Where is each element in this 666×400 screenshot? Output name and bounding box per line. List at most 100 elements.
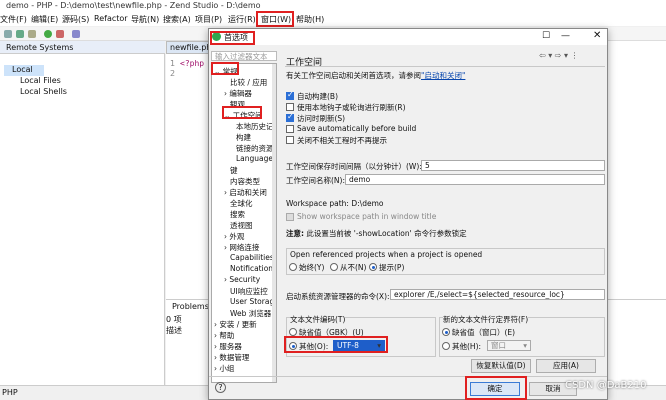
highlight-encoding-other: [284, 336, 388, 353]
problems-tab[interactable]: Problems: [172, 302, 209, 311]
open-ref-prompt-radio[interactable]: [369, 263, 377, 271]
save-interval-input[interactable]: 5: [421, 160, 605, 171]
tree-item-local[interactable]: Local: [4, 65, 44, 76]
save-before-build-checkbox[interactable]: [286, 125, 294, 133]
autobuild-checkbox[interactable]: [286, 90, 294, 100]
line-delimiter-default-radio[interactable]: [442, 328, 450, 336]
print-icon[interactable]: [28, 30, 36, 38]
code-line: <?php: [180, 59, 205, 68]
nav-user-storage[interactable]: User Storage: [230, 297, 276, 306]
new-icon[interactable]: [4, 30, 12, 38]
nav-appearance2[interactable]: › 外观: [224, 231, 244, 242]
apply-button[interactable]: 应用(A): [536, 359, 596, 373]
problems-count: 0 项: [166, 315, 182, 324]
open-ref-never-radio[interactable]: [330, 263, 338, 271]
problems-col-desc: 描述: [166, 326, 182, 335]
preferences-dialog: 首选项 — ☐ ✕ 输入过滤器文本 ⌄ 常规 比较 / 应用 › 编辑器 観观 …: [208, 28, 608, 400]
save-icon[interactable]: [16, 30, 24, 38]
nav-compare[interactable]: 比较 / 应用: [230, 77, 267, 88]
menu-file[interactable]: 文件(F): [0, 14, 27, 25]
close-icon[interactable]: ✕: [593, 30, 601, 41]
nav-data-management[interactable]: › 数据管理: [214, 352, 249, 363]
footer-separator: [209, 376, 607, 377]
nav-linked-resources[interactable]: 链接的资源: [236, 143, 274, 154]
filter-input[interactable]: 输入过滤器文本: [211, 51, 277, 61]
line-delimiter-other-label: 其他(H):: [452, 342, 482, 351]
close-unrelated-checkbox[interactable]: [286, 136, 294, 144]
nav-local-history[interactable]: 本地历史记录: [236, 121, 276, 132]
editor-tab[interactable]: newfile.php: [166, 41, 217, 54]
nav-capabilities[interactable]: Capabilities: [230, 253, 274, 262]
highlight-nav-general: [211, 62, 239, 75]
menu-navigate[interactable]: 导航(N): [131, 14, 159, 25]
menu-run[interactable]: 运行(R): [228, 14, 256, 25]
line-delimiter-title: 新的文本文件行定界符(F): [443, 314, 529, 325]
line-delimiter-select[interactable]: 窗口 ▾: [487, 340, 531, 351]
encoding-default-radio[interactable]: [289, 328, 297, 336]
workspace-name-label: 工作空间名称(N):: [286, 176, 345, 185]
nav-server[interactable]: › 服务器: [214, 341, 242, 352]
line-number-2: 2: [170, 69, 176, 78]
workspace-path-label: Workspace path: D:\demo: [286, 199, 384, 208]
workspace-name-input[interactable]: demo: [345, 174, 605, 185]
nav-editor[interactable]: › 编辑器: [224, 88, 252, 99]
nav-install-update[interactable]: › 安装 / 更新: [214, 319, 257, 330]
close-unrelated-label: 关闭不相关工程时不再提示: [297, 136, 387, 145]
nav-startup[interactable]: › 启动和关闭: [224, 187, 267, 198]
highlight-ok-button: [465, 376, 527, 400]
line-number-1: 1: [170, 59, 176, 68]
page-nav-arrows-icon[interactable]: ⇦ ▾ ⇨ ▾ ⋮: [539, 51, 579, 60]
menu-bar: 文件(F) 编辑(E) 源码(S) Refactor 导航(N) 搜索(A) 项…: [0, 12, 666, 26]
nav-scrollbar[interactable]: [272, 64, 276, 382]
menu-search[interactable]: 搜索(A): [163, 14, 191, 25]
search-icon[interactable]: [72, 30, 80, 38]
remote-systems-title: Remote Systems: [6, 43, 74, 52]
explorer-cmd-label: 启动系统资源管理器的命令(X):: [286, 292, 390, 301]
menu-help[interactable]: 帮助(H): [296, 14, 324, 25]
nav-help[interactable]: › 帮助: [214, 330, 234, 341]
show-path-checkbox[interactable]: [286, 213, 294, 221]
menu-project[interactable]: 项目(P): [195, 14, 222, 25]
nav-web-browser[interactable]: Web 浏览器: [230, 308, 271, 319]
nav-network[interactable]: › 网络连接: [224, 242, 259, 253]
dialog-titlebar: 首选项 — ☐ ✕: [209, 29, 607, 45]
menu-source[interactable]: 源码(S): [62, 14, 89, 25]
nav-build[interactable]: 构建: [236, 132, 251, 143]
startup-link[interactable]: "启动和关闭": [421, 71, 465, 80]
nav-perspectives[interactable]: 透视图: [230, 220, 253, 231]
remote-systems-view: Remote Systems Local Local Files Local S…: [0, 41, 165, 385]
title-separator: [285, 66, 605, 67]
run-icon[interactable]: [44, 30, 52, 38]
highlight-menu-window: [256, 11, 294, 27]
highlight-dialog-title: [210, 31, 255, 45]
nav-ui-monitor[interactable]: UI响应监控: [230, 286, 268, 297]
line-delimiter-other-radio[interactable]: [442, 342, 450, 350]
nav-globalization[interactable]: 全球化: [230, 198, 253, 209]
nav-language[interactable]: Language: [236, 154, 273, 163]
nav-security[interactable]: › Security: [224, 275, 260, 284]
menu-edit[interactable]: 编辑(E): [31, 14, 58, 25]
nav-notifications[interactable]: Notifications: [230, 264, 276, 273]
remote-systems-header: Remote Systems: [0, 41, 165, 54]
tree-item-local-files[interactable]: Local Files: [10, 76, 61, 87]
help-icon[interactable]: ?: [215, 382, 226, 393]
nav-search[interactable]: 搜索: [230, 209, 245, 220]
menu-refactor[interactable]: Refactor: [94, 14, 128, 23]
debug-icon[interactable]: [56, 30, 64, 38]
save-interval-label: 工作空间保存时间间隔（以分钟计）(W):: [286, 162, 422, 171]
native-hooks-checkbox[interactable]: [286, 103, 294, 111]
minimize-icon[interactable]: —: [561, 31, 570, 41]
tree-item-local-shells[interactable]: Local Shells: [10, 87, 67, 98]
encoding-title: 文本文件编码(T): [290, 314, 346, 325]
maximize-icon[interactable]: ☐: [542, 31, 550, 41]
restore-defaults-button[interactable]: 恢复默认值(D): [471, 359, 531, 373]
nav-team[interactable]: › 小组: [214, 363, 234, 374]
explorer-cmd-input[interactable]: explorer /E,/select=${selected_resource_…: [390, 289, 605, 300]
open-ref-always-radio[interactable]: [289, 263, 297, 271]
refresh-on-access-checkbox[interactable]: [286, 112, 294, 122]
page-description: 有关工作空间启动和关闭首选项，请参阅"启动和关闭": [286, 71, 466, 80]
autobuild-label: 自动构建(B): [297, 92, 338, 101]
nav-keys[interactable]: 键: [230, 165, 238, 176]
nav-content-types[interactable]: 内容类型: [230, 176, 260, 187]
native-hooks-label: 使用本地钩子或轮询进行刷新(R): [297, 103, 406, 112]
